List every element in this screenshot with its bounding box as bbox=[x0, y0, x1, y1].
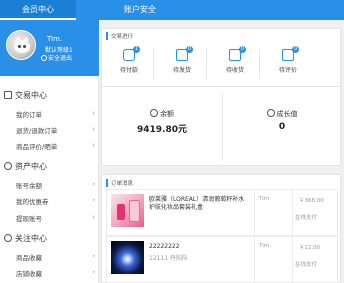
chevron-right-icon: › bbox=[92, 109, 95, 117]
growth-value: 0 bbox=[278, 122, 286, 132]
divider bbox=[292, 190, 293, 235]
order-row[interactable]: 欧莱雅（LOREAL）清润葡萄籽补水护肤化妆品套装礼盒 Tim. ￥368.00… bbox=[106, 189, 338, 236]
order-price: ￥22.00 bbox=[299, 245, 321, 251]
chevron-right-icon: › bbox=[92, 196, 95, 204]
balance-stat[interactable]: 余额 9419.80元 bbox=[102, 87, 222, 167]
card-title: 订单消息 bbox=[106, 179, 133, 187]
main-content: 交易进行 1 待付款 0 待发货 0 待收货 0 待评价 余额 9419.80元… bbox=[101, 20, 344, 283]
product-name[interactable]: 22222222 bbox=[149, 243, 249, 251]
step-pending-review[interactable]: 0 待评价 bbox=[273, 46, 303, 79]
step-label: 待评价 bbox=[278, 67, 297, 74]
growth-icon bbox=[266, 109, 275, 117]
order-messages-card: 订单消息 欧莱雅（LOREAL）清润葡萄籽补水护肤化妆品套装礼盒 Tim. ￥3… bbox=[101, 174, 341, 283]
payment-method: 在线支付 bbox=[295, 215, 318, 221]
sidebar-item-coupons[interactable]: 我的优惠券 › bbox=[16, 196, 95, 206]
chevron-right-icon: › bbox=[92, 252, 95, 260]
divider bbox=[292, 237, 293, 282]
step-pending-shipment[interactable]: 0 待发货 bbox=[167, 46, 197, 79]
top-bar: 会员中心 账户安全 bbox=[0, 0, 344, 20]
stats-card: 余额 9419.80元 成长值 0 bbox=[101, 86, 341, 166]
product-image[interactable] bbox=[111, 194, 144, 227]
stat-label: 余额 bbox=[102, 109, 222, 119]
product-name[interactable]: 欧莱雅（LOREAL）清润葡萄籽补水护肤化妆品套装礼盒 bbox=[149, 196, 249, 212]
count-badge: 0 bbox=[239, 46, 246, 53]
coin-icon bbox=[150, 109, 158, 117]
step-pending-receipt[interactable]: 0 待收货 bbox=[220, 46, 250, 79]
chevron-right-icon: › bbox=[92, 141, 95, 149]
profile-panel: Tim. 默认等级1 安全退出 bbox=[0, 20, 99, 76]
divider bbox=[259, 49, 260, 79]
avatar[interactable] bbox=[6, 30, 36, 60]
card-title: 交易进行 bbox=[106, 32, 133, 40]
document-icon bbox=[4, 91, 12, 99]
step-label: 待付款 bbox=[119, 67, 138, 74]
logout-link[interactable]: 安全退出 bbox=[41, 53, 72, 62]
count-badge: 0 bbox=[292, 46, 299, 53]
order-price: ￥368.00 bbox=[299, 198, 324, 204]
divider bbox=[206, 49, 207, 79]
buyer-name: Tim. bbox=[259, 196, 271, 202]
logout-label: 安全退出 bbox=[48, 55, 73, 62]
order-row[interactable]: 22222222 12111 丹阳队 Tim. ￥22.00 在线支付 bbox=[106, 236, 338, 283]
count-badge: 0 bbox=[186, 46, 193, 53]
section-trade-center: 交易中心 bbox=[4, 90, 47, 101]
user-icon bbox=[4, 234, 12, 242]
step-label: 待收货 bbox=[225, 67, 244, 74]
step-label: 待发货 bbox=[172, 67, 191, 74]
sidebar-item-withdraw-account[interactable]: 提现账号 › bbox=[16, 213, 95, 223]
divider bbox=[254, 190, 255, 235]
sidebar-item-product-reviews[interactable]: 商品评价/晒单 › bbox=[16, 141, 95, 151]
chevron-right-icon: › bbox=[92, 213, 95, 221]
count-badge: 1 bbox=[133, 46, 140, 53]
chevron-right-icon: › bbox=[92, 180, 95, 188]
sidebar-item-refund-orders[interactable]: 退货/退款订单 › bbox=[16, 125, 95, 135]
sidebar: Tim. 默认等级1 安全退出 交易中心 我的订单 › 退货/退款订单 › 商品评价… bbox=[0, 20, 99, 283]
buyer-name: Tim. bbox=[259, 243, 271, 249]
chevron-right-icon: › bbox=[92, 268, 95, 276]
sidebar-item-balance[interactable]: 账号余额 › bbox=[16, 180, 95, 190]
sidebar-item-my-orders[interactable]: 我的订单 › bbox=[16, 109, 95, 119]
tab-member-center[interactable]: 会员中心 bbox=[0, 0, 76, 20]
divider bbox=[153, 49, 154, 79]
divider bbox=[254, 237, 255, 282]
chevron-right-icon: › bbox=[92, 125, 95, 133]
sidebar-item-favorite-shops[interactable]: 店铺收藏 › bbox=[16, 268, 95, 278]
section-follow-center: 关注中心 bbox=[4, 233, 47, 244]
power-icon bbox=[41, 55, 47, 61]
growth-stat[interactable]: 成长值 0 bbox=[222, 87, 342, 167]
balance-value: 9419.80元 bbox=[137, 125, 187, 135]
product-image[interactable] bbox=[111, 241, 144, 274]
username: Tim. bbox=[47, 35, 63, 43]
payment-method: 在线支付 bbox=[295, 262, 318, 268]
stat-label: 成长值 bbox=[222, 109, 342, 119]
cat-face-icon bbox=[14, 36, 30, 53]
sidebar-item-favorite-products[interactable]: 商品收藏 › bbox=[16, 252, 95, 262]
product-subtitle: 12111 丹阳队 bbox=[149, 255, 188, 262]
step-pending-payment[interactable]: 1 待付款 bbox=[114, 46, 144, 79]
section-asset-center: 资产中心 bbox=[4, 161, 47, 172]
tab-account-security[interactable]: 账户安全 bbox=[100, 0, 180, 20]
coin-icon bbox=[4, 162, 12, 170]
